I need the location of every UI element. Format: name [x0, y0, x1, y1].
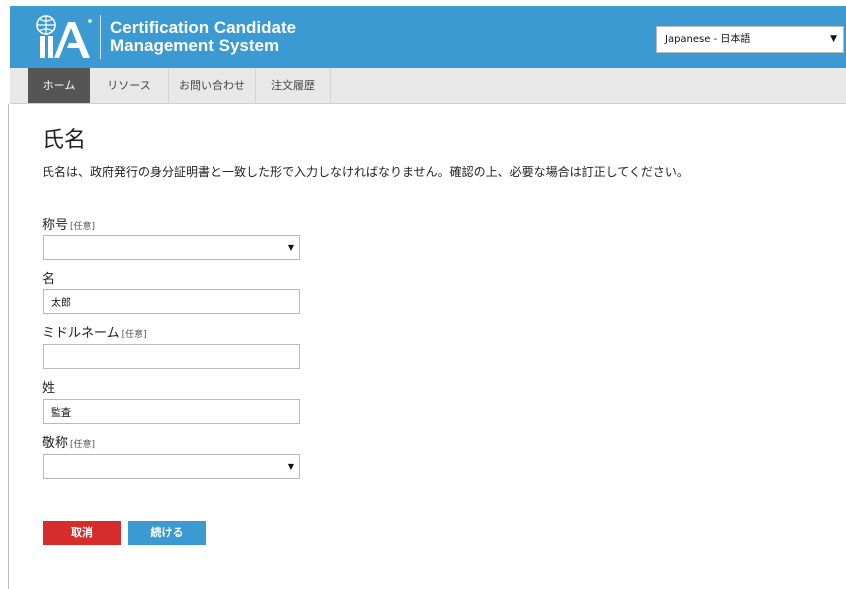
- nav-item-contact[interactable]: お問い合わせ: [169, 68, 256, 103]
- first-name-label: 名: [42, 268, 55, 287]
- main-nav: ホーム リソース お問い合わせ 注文履歴: [10, 68, 846, 104]
- optional-tag: [任意]: [70, 440, 96, 450]
- last-name-label: 姓: [42, 377, 55, 396]
- dropdown-arrow-icon: ▼: [287, 243, 294, 252]
- prefix-select[interactable]: ▼: [43, 235, 300, 260]
- prefix-label-text: 称号: [42, 218, 69, 233]
- nav-item-home[interactable]: ホーム: [28, 68, 90, 103]
- continue-button[interactable]: 続ける: [128, 521, 206, 545]
- nav-item-order-history[interactable]: 注文履歴: [256, 68, 331, 103]
- middle-name-label: ミドルネーム [任意]: [42, 322, 147, 341]
- middle-name-label-text: ミドルネーム: [42, 326, 120, 341]
- optional-tag: [任意]: [121, 330, 147, 340]
- prefix-label: 称号 [任意]: [42, 214, 95, 233]
- iia-logo: [32, 14, 94, 60]
- language-select[interactable]: Japanese - 日本語 ▼: [656, 26, 844, 53]
- dropdown-arrow-icon: ▼: [830, 34, 837, 44]
- first-name-field[interactable]: [43, 289, 300, 314]
- app-title-line1: Certification Candidate: [110, 18, 297, 37]
- app-title-line2: Management System: [110, 36, 280, 55]
- intro-text: 氏名は、政府発行の身分証明書と一致した形で入力しなければなりません。確認の上、必…: [42, 165, 689, 179]
- app-header: Certification Candidate Management Syste…: [10, 6, 846, 68]
- middle-name-field[interactable]: [43, 344, 300, 369]
- language-select-value: Japanese - 日本語: [665, 34, 751, 45]
- optional-tag: [任意]: [70, 222, 96, 232]
- suffix-label-text: 敬称: [42, 436, 69, 451]
- dropdown-arrow-icon: ▼: [287, 462, 294, 471]
- suffix-select[interactable]: ▼: [43, 454, 300, 479]
- last-name-label-text: 姓: [42, 381, 56, 396]
- last-name-field[interactable]: [43, 399, 300, 424]
- page-title: 氏名: [42, 128, 87, 153]
- first-name-label-text: 名: [42, 272, 56, 287]
- header-divider: [100, 15, 101, 59]
- left-border: [8, 104, 9, 589]
- app-title: Certification Candidate Management Syste…: [110, 19, 296, 55]
- cancel-button[interactable]: 取消: [43, 521, 121, 545]
- suffix-label: 敬称 [任意]: [42, 432, 95, 451]
- nav-item-resources[interactable]: リソース: [90, 68, 169, 103]
